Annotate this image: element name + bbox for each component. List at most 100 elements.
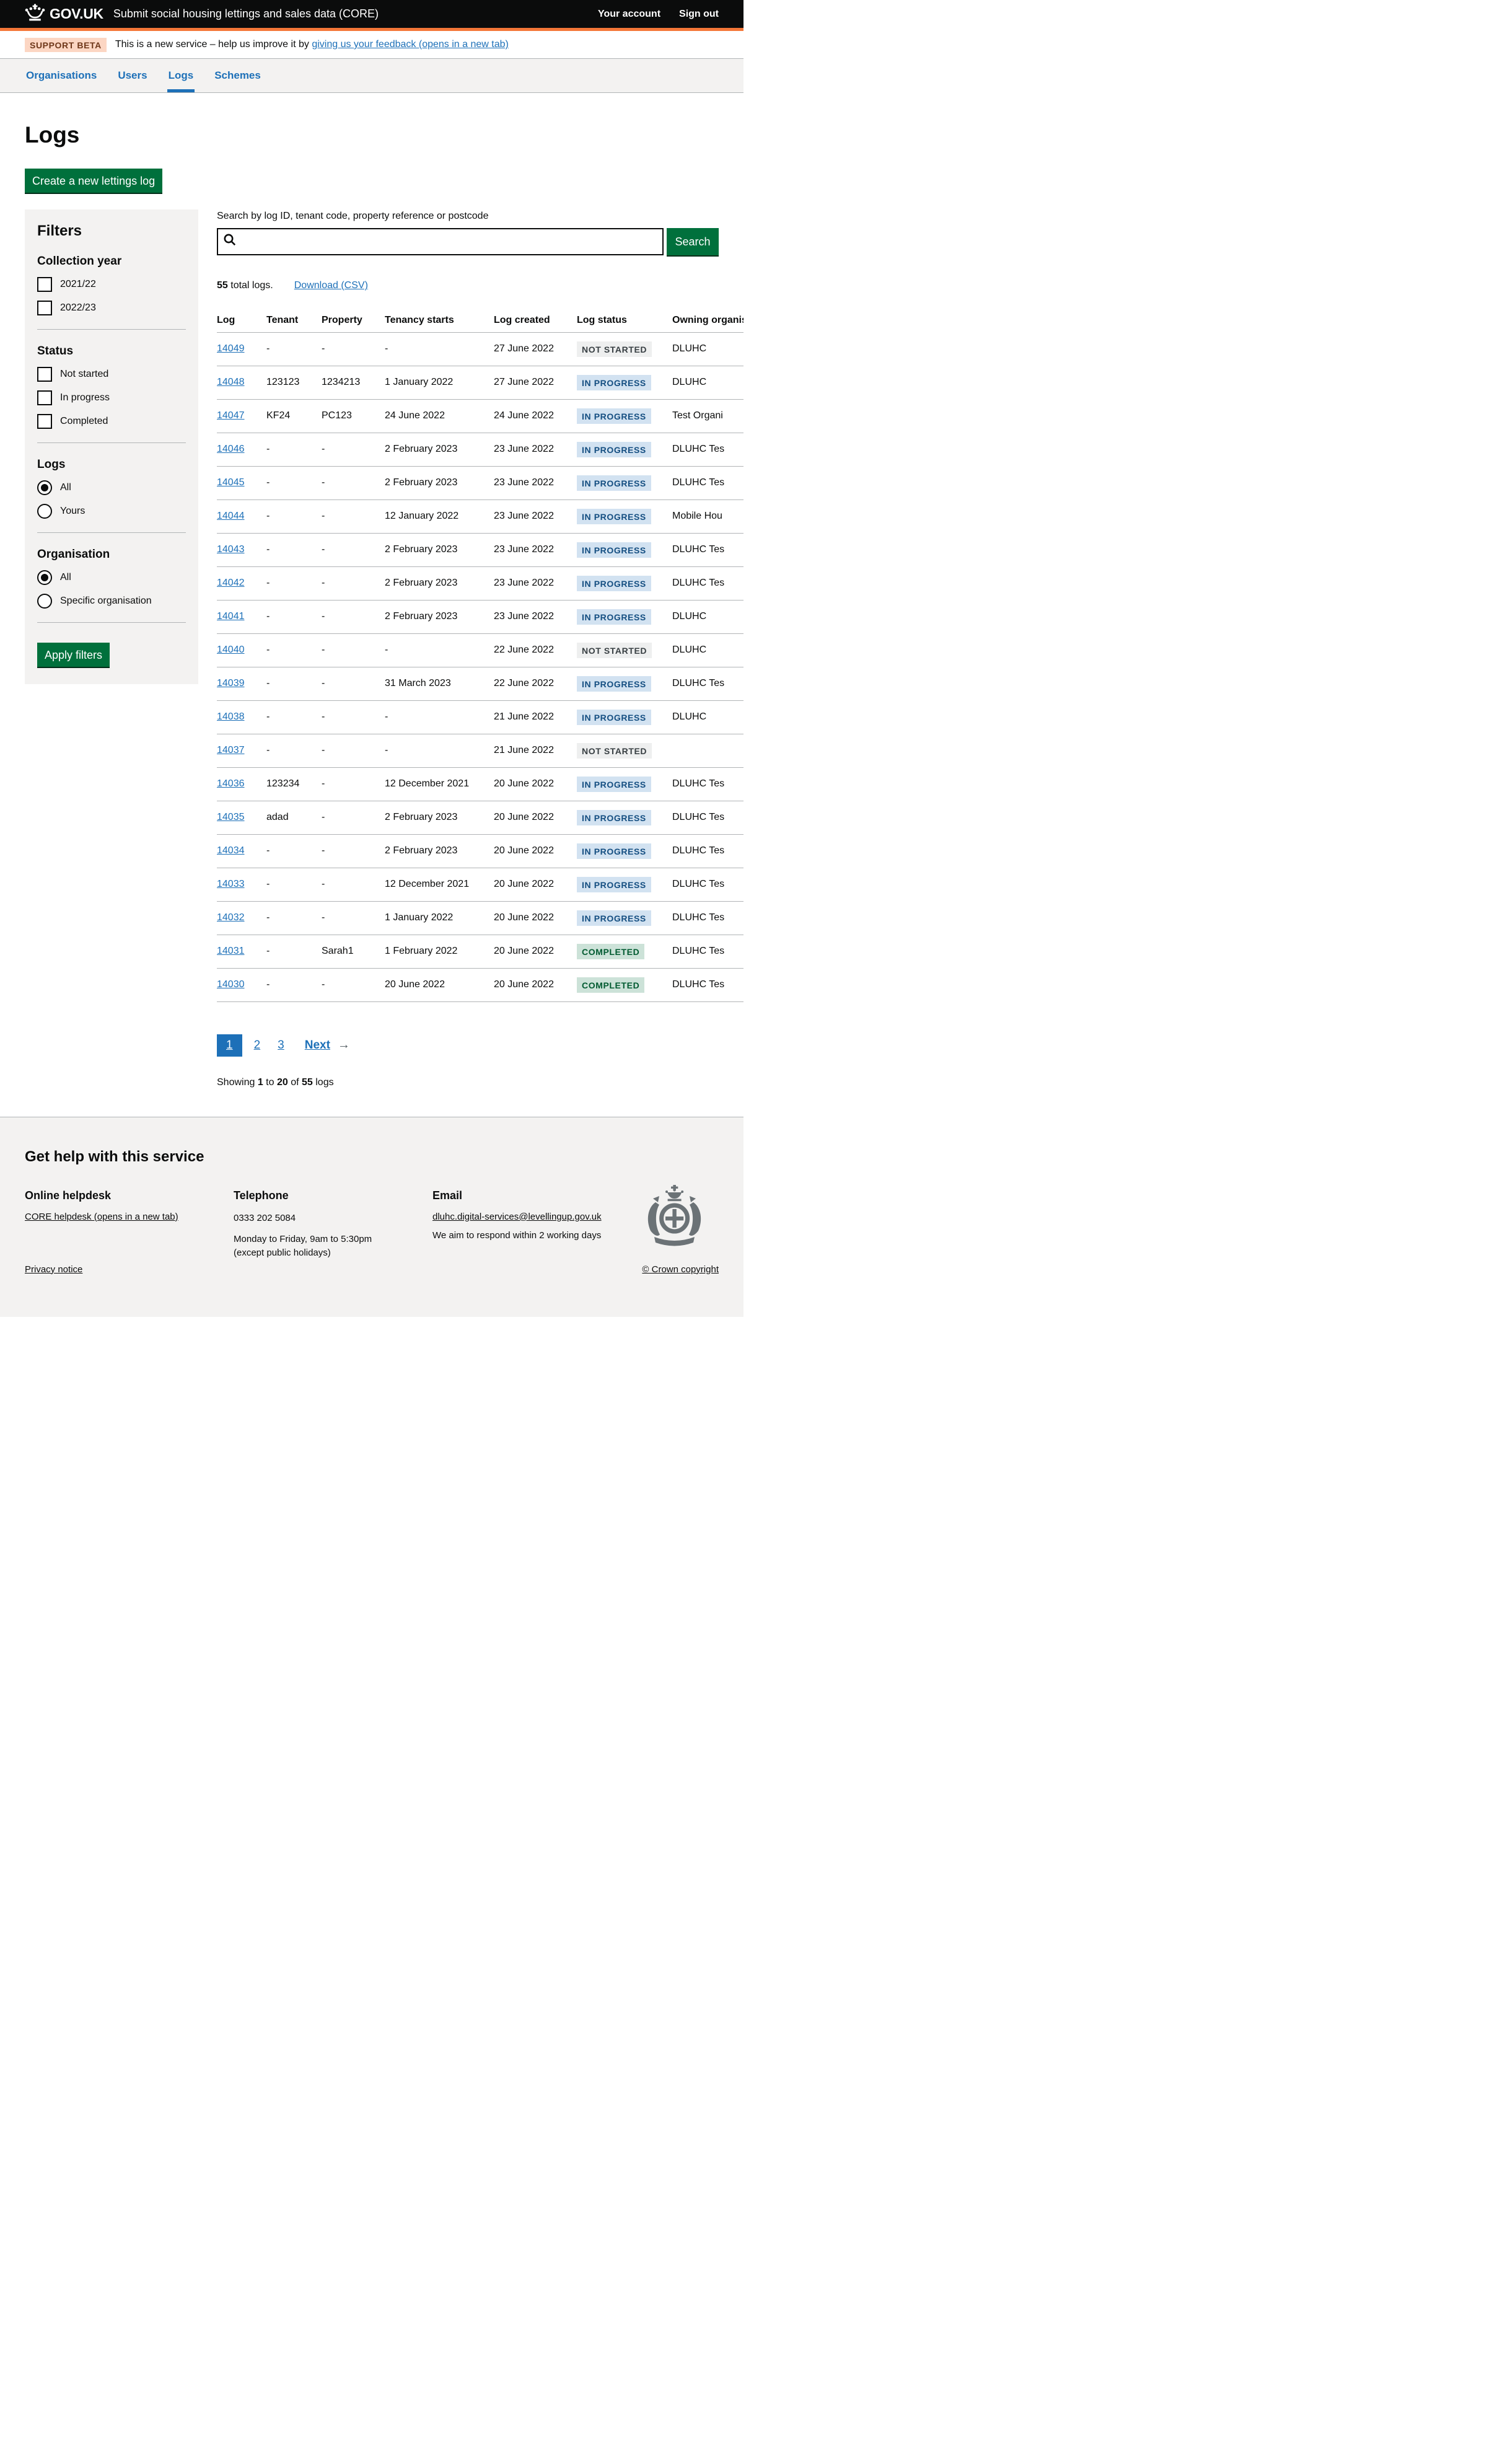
radio-specific-organisation[interactable]: Specific organisation bbox=[37, 594, 186, 609]
status-badge: IN PROGRESS bbox=[577, 609, 651, 625]
your-account-link[interactable]: Your account bbox=[598, 9, 660, 20]
log-link[interactable]: 14043 bbox=[217, 544, 245, 555]
log-link[interactable]: 14030 bbox=[217, 979, 245, 990]
cell-log-created: 20 June 2022 bbox=[494, 868, 577, 901]
log-link[interactable]: 14049 bbox=[217, 343, 245, 354]
cell-tenancy-starts: 1 February 2022 bbox=[385, 935, 494, 968]
status-badge: IN PROGRESS bbox=[577, 442, 651, 457]
nav-item-schemes[interactable]: Schemes bbox=[213, 59, 262, 92]
showing-from: 1 bbox=[258, 1077, 263, 1088]
cell-property: - bbox=[322, 667, 385, 700]
cell-tenancy-starts: 2 February 2023 bbox=[385, 433, 494, 466]
govuk-logo[interactable]: GOV.UK bbox=[25, 4, 103, 24]
cell-owning-organisation: DLUHC Tes bbox=[672, 466, 744, 499]
column-header-log: Log bbox=[217, 307, 266, 333]
log-link[interactable]: 14035 bbox=[217, 812, 245, 822]
log-link[interactable]: 14041 bbox=[217, 611, 245, 622]
pagination-page-2[interactable]: 2 bbox=[248, 1034, 266, 1057]
log-link[interactable]: 14036 bbox=[217, 778, 245, 789]
nav-item-users[interactable]: Users bbox=[116, 59, 148, 92]
log-link[interactable]: 14032 bbox=[217, 912, 245, 923]
radio-logs-yours[interactable]: Yours bbox=[37, 504, 186, 519]
checkbox-icon[interactable] bbox=[37, 390, 52, 405]
log-link[interactable]: 14034 bbox=[217, 845, 245, 856]
log-link[interactable]: 14040 bbox=[217, 645, 245, 655]
footer: Get help with this service Online helpde… bbox=[0, 1117, 744, 1317]
download-csv-link[interactable]: Download (CSV) bbox=[294, 280, 368, 291]
radio-organisation-all[interactable]: All bbox=[37, 570, 186, 585]
radio-icon[interactable] bbox=[37, 570, 52, 585]
nav-item-logs[interactable]: Logs bbox=[167, 59, 195, 92]
cell-owning-organisation: DLUHC Tes bbox=[672, 968, 744, 1001]
cell-tenancy-starts: 31 March 2023 bbox=[385, 667, 494, 700]
checkbox-icon[interactable] bbox=[37, 414, 52, 429]
cell-log-created: 20 June 2022 bbox=[494, 767, 577, 801]
radio-icon[interactable] bbox=[37, 594, 52, 609]
email-link[interactable]: dluhc.digital-services@levellingup.gov.u… bbox=[432, 1212, 602, 1222]
cell-log-created: 23 June 2022 bbox=[494, 533, 577, 566]
cell-log-created: 20 June 2022 bbox=[494, 968, 577, 1001]
cell-owning-organisation: DLUHC Tes bbox=[672, 566, 744, 600]
telephone-hours: Monday to Friday, 9am to 5:30pm (except … bbox=[234, 1233, 432, 1260]
log-link[interactable]: 14038 bbox=[217, 711, 245, 722]
log-link[interactable]: 14037 bbox=[217, 745, 245, 755]
telephone-hours-line1: Monday to Friday, 9am to 5:30pm bbox=[234, 1233, 432, 1246]
primary-nav: Organisations Users Logs Schemes bbox=[0, 59, 744, 93]
crown-copyright-link[interactable]: © Crown copyright bbox=[642, 1264, 719, 1275]
checkbox-2022-23[interactable]: 2022/23 bbox=[37, 301, 186, 315]
footer-heading: Get help with this service bbox=[25, 1148, 719, 1166]
radio-icon[interactable] bbox=[37, 504, 52, 519]
checkbox-completed[interactable]: Completed bbox=[37, 414, 186, 429]
radio-logs-all[interactable]: All bbox=[37, 480, 186, 495]
showing-of-word: of bbox=[288, 1077, 302, 1088]
log-link[interactable]: 14031 bbox=[217, 946, 245, 956]
radio-label: Yours bbox=[60, 506, 85, 517]
pagination-page-1[interactable]: 1 bbox=[217, 1034, 242, 1057]
footer-online-helpdesk: Online helpdesk CORE helpdesk (opens in … bbox=[25, 1189, 234, 1260]
cell-owning-organisation: DLUHC Tes bbox=[672, 667, 744, 700]
cell-tenancy-starts: - bbox=[385, 633, 494, 667]
pagination-page-3[interactable]: 3 bbox=[272, 1034, 290, 1057]
filter-heading-organisation: Organisation bbox=[37, 548, 186, 561]
status-badge: NOT STARTED bbox=[577, 341, 652, 357]
log-link[interactable]: 14045 bbox=[217, 477, 245, 488]
checkbox-icon[interactable] bbox=[37, 367, 52, 382]
log-link[interactable]: 14046 bbox=[217, 444, 245, 454]
pagination-next-link[interactable]: Next bbox=[305, 1039, 330, 1052]
cell-tenancy-starts: 12 December 2021 bbox=[385, 868, 494, 901]
feedback-link[interactable]: giving us your feedback (opens in a new … bbox=[312, 39, 509, 50]
total-logs-suffix: total logs. bbox=[228, 280, 273, 291]
cell-tenant: - bbox=[266, 332, 322, 366]
checkbox-icon[interactable] bbox=[37, 301, 52, 315]
create-lettings-log-button[interactable]: Create a new lettings log bbox=[25, 169, 162, 193]
search-box bbox=[217, 228, 664, 255]
log-link[interactable]: 14042 bbox=[217, 578, 245, 588]
privacy-notice-link[interactable]: Privacy notice bbox=[25, 1264, 82, 1275]
checkbox-icon[interactable] bbox=[37, 277, 52, 292]
checkbox-in-progress[interactable]: In progress bbox=[37, 390, 186, 405]
checkbox-label: 2022/23 bbox=[60, 302, 96, 314]
cell-tenancy-starts: 12 December 2021 bbox=[385, 767, 494, 801]
apply-filters-button[interactable]: Apply filters bbox=[37, 643, 110, 667]
log-link[interactable]: 14033 bbox=[217, 879, 245, 889]
cell-property: - bbox=[322, 767, 385, 801]
showing-prefix: Showing bbox=[217, 1077, 258, 1088]
core-helpdesk-link[interactable]: CORE helpdesk (opens in a new tab) bbox=[25, 1212, 178, 1222]
status-badge: COMPLETED bbox=[577, 944, 644, 959]
search-input[interactable] bbox=[240, 229, 657, 254]
govuk-header: GOV.UK Submit social housing lettings an… bbox=[0, 0, 744, 31]
search-button[interactable]: Search bbox=[667, 228, 719, 255]
radio-icon[interactable] bbox=[37, 480, 52, 495]
status-badge: IN PROGRESS bbox=[577, 375, 651, 390]
service-name-link[interactable]: Submit social housing lettings and sales… bbox=[113, 7, 379, 20]
cell-tenant: - bbox=[266, 834, 322, 868]
sign-out-link[interactable]: Sign out bbox=[679, 9, 719, 20]
nav-item-organisations[interactable]: Organisations bbox=[25, 59, 98, 92]
checkbox-not-started[interactable]: Not started bbox=[37, 367, 186, 382]
cell-property: - bbox=[322, 901, 385, 935]
log-link[interactable]: 14047 bbox=[217, 410, 245, 421]
log-link[interactable]: 14044 bbox=[217, 511, 245, 521]
checkbox-2021-22[interactable]: 2021/22 bbox=[37, 277, 186, 292]
log-link[interactable]: 14048 bbox=[217, 377, 245, 387]
log-link[interactable]: 14039 bbox=[217, 678, 245, 689]
